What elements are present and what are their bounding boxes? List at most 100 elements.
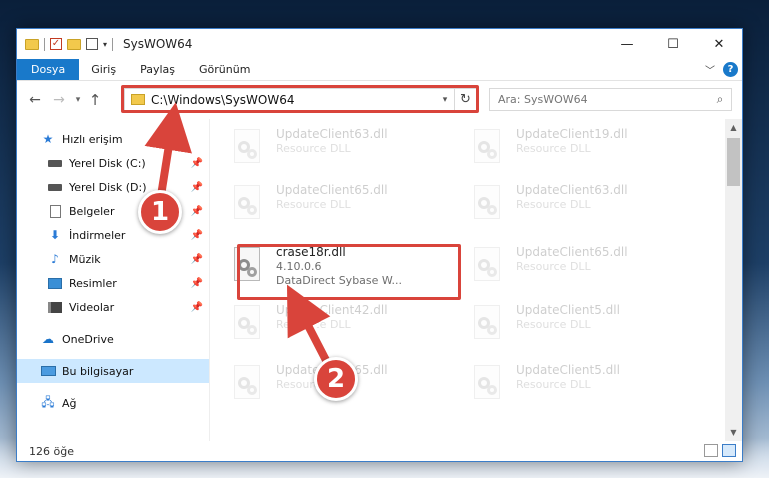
up-arrow-icon[interactable]: ↑ [85, 91, 105, 109]
sidebar-item-onedrive[interactable]: ☁ OneDrive [17, 327, 209, 351]
pin-icon[interactable]: 📌 [191, 302, 203, 313]
address-dropdown-icon[interactable]: ▾ [436, 95, 454, 105]
scroll-down-arrow-icon[interactable]: ▼ [725, 424, 742, 441]
view-toggle [704, 444, 736, 457]
file-description: Resource DLL [516, 198, 591, 211]
dll-file-icon [470, 305, 504, 347]
file-description: Resource DLL [516, 378, 591, 391]
properties-icon[interactable] [86, 38, 98, 50]
sidebar-item-this-pc[interactable]: Bu bilgisayar [17, 359, 209, 383]
file-name: UpdateClient5.dll [516, 363, 620, 377]
sidebar-item-downloads[interactable]: ⬇ İndirmeler 📌 [17, 223, 209, 247]
title-bar: ✓ ▾ SysWOW64 — ☐ ✕ [17, 29, 742, 59]
file-description: Resource DLL [276, 318, 351, 331]
file-item[interactable]: UpdateClient63.dll Resource DLL [460, 179, 685, 235]
properties-check-icon[interactable]: ✓ [50, 38, 62, 50]
sidebar-item-label: Videolar [69, 300, 115, 314]
file-name: UpdateClient42.dll [276, 303, 388, 317]
pin-icon[interactable]: 📌 [191, 182, 203, 193]
file-item[interactable]: UpdateClient19.dll Resource DLL [460, 123, 685, 179]
file-description: Resource DLL [276, 142, 351, 155]
pin-icon[interactable]: 📌 [191, 230, 203, 241]
file-item[interactable]: UpdateClient5.dll Resource DLL [460, 299, 685, 355]
address-path[interactable]: C:\Windows\SysWOW64 [151, 93, 436, 107]
scroll-up-arrow-icon[interactable]: ▲ [725, 119, 742, 136]
music-icon: ♪ [51, 252, 59, 266]
sidebar-item-videos[interactable]: Videolar 📌 [17, 295, 209, 319]
sidebar-item-label: OneDrive [62, 332, 114, 346]
dll-file-icon [230, 305, 264, 347]
dll-file-icon [470, 185, 504, 227]
file-item[interactable]: UpdateClient65.dllResource DLL [460, 241, 685, 297]
pin-icon[interactable]: 📌 [191, 206, 203, 217]
back-arrow-icon[interactable]: ← [23, 92, 47, 108]
pin-icon[interactable]: 📌 [191, 158, 203, 169]
forward-arrow-icon[interactable]: → [47, 92, 71, 108]
scroll-thumb[interactable] [727, 138, 740, 186]
sidebar-item-label: Belgeler [69, 204, 115, 218]
file-name: UpdateClient63.dll [516, 183, 628, 197]
window-controls: — ☐ ✕ [604, 29, 742, 59]
file-name: UpdateClient63.dll [276, 127, 388, 141]
ribbon-tabs: Dosya Giriş Paylaş Görünüm ﹀ ? [17, 59, 742, 81]
address-bar[interactable]: C:\Windows\SysWOW64 ▾ ↻ [124, 88, 477, 111]
sidebar-item-network[interactable]: 🖧 Ağ [17, 391, 209, 415]
sidebar-item-label: İndirmeler [69, 228, 126, 242]
divider [44, 37, 45, 51]
status-bar: 126 öğe [17, 441, 742, 461]
file-name: UpdateClient5.dll [516, 303, 620, 317]
sidebar-item-label: Yerel Disk (D:) [69, 180, 147, 194]
help-icon[interactable]: ? [723, 62, 738, 77]
recent-locations-dropdown-icon[interactable]: ▾ [71, 95, 85, 105]
sidebar-item-pictures[interactable]: Resimler 📌 [17, 271, 209, 295]
details-view-icon[interactable] [704, 444, 718, 457]
minimize-button[interactable]: — [604, 29, 650, 59]
file-description: DataDirect Sybase W... [276, 274, 403, 287]
search-box[interactable]: ⌕ [489, 88, 732, 111]
tab-home[interactable]: Giriş [79, 59, 128, 80]
sidebar-item-label: Bu bilgisayar [62, 364, 134, 378]
file-description: Resource DLL [516, 318, 591, 331]
pin-icon[interactable]: 📌 [191, 278, 203, 289]
vertical-scrollbar[interactable]: ▲ ▼ [725, 119, 742, 441]
tab-view[interactable]: Görünüm [187, 59, 262, 80]
refresh-icon[interactable]: ↻ [454, 89, 476, 110]
sidebar-item-label: Ağ [62, 396, 77, 410]
step-badge-2: 2 [314, 357, 358, 401]
tab-file[interactable]: Dosya [17, 59, 80, 80]
customize-dropdown-icon[interactable]: ▾ [103, 40, 107, 49]
file-item[interactable]: UpdateClient5.dll Resource DLL [460, 359, 685, 415]
search-input[interactable] [498, 93, 709, 106]
file-description: Resource DLL [276, 198, 351, 211]
folder-icon [131, 94, 145, 105]
close-button[interactable]: ✕ [696, 29, 742, 59]
tiles-view-icon[interactable] [722, 444, 736, 457]
maximize-button[interactable]: ☐ [650, 29, 696, 59]
sidebar-item-music[interactable]: ♪ Müzik 📌 [17, 247, 209, 271]
sidebar-item-disk-c[interactable]: Yerel Disk (C:) 📌 [17, 151, 209, 175]
sidebar-item-quick-access[interactable]: ★ Hızlı erişim [17, 127, 209, 151]
file-item[interactable]: UpdateClient42.dll Resource DLL [220, 299, 445, 355]
disk-icon [47, 180, 63, 194]
step-badge-1: 1 [138, 190, 182, 234]
file-item[interactable]: UpdateClient63.dll Resource DLL [220, 123, 445, 179]
file-name: crase18r.dll [276, 245, 346, 259]
sidebar-item-label: Yerel Disk (C:) [69, 156, 146, 170]
documents-icon [47, 204, 63, 218]
tab-share[interactable]: Paylaş [128, 59, 187, 80]
navigation-pane: ★ Hızlı erişim Yerel Disk (C:) 📌 Yerel D… [17, 119, 210, 441]
dll-file-icon [470, 129, 504, 171]
new-folder-icon[interactable] [67, 38, 81, 50]
expand-ribbon-chevron-icon[interactable]: ﹀ [705, 62, 715, 77]
search-icon[interactable]: ⌕ [709, 92, 731, 107]
ribbon-right: ﹀ ? [705, 62, 738, 77]
quick-access-toolbar: ✓ ▾ [17, 37, 114, 51]
dll-file-icon [230, 129, 264, 171]
file-item[interactable]: UpdateClient65.dllResource DLL [220, 179, 445, 235]
file-item-crase18r[interactable]: crase18r.dll 4.10.0.6 DataDirect Sybase W.… [220, 241, 445, 297]
sidebar-item-disk-d[interactable]: Yerel Disk (D:) 📌 [17, 175, 209, 199]
file-list: UpdateClient63.dll Resource DLL UpdateCli… [210, 119, 742, 441]
file-name: UpdateClient65.dll [276, 183, 388, 197]
star-icon: ★ [42, 132, 54, 146]
pin-icon[interactable]: 📌 [191, 254, 203, 265]
